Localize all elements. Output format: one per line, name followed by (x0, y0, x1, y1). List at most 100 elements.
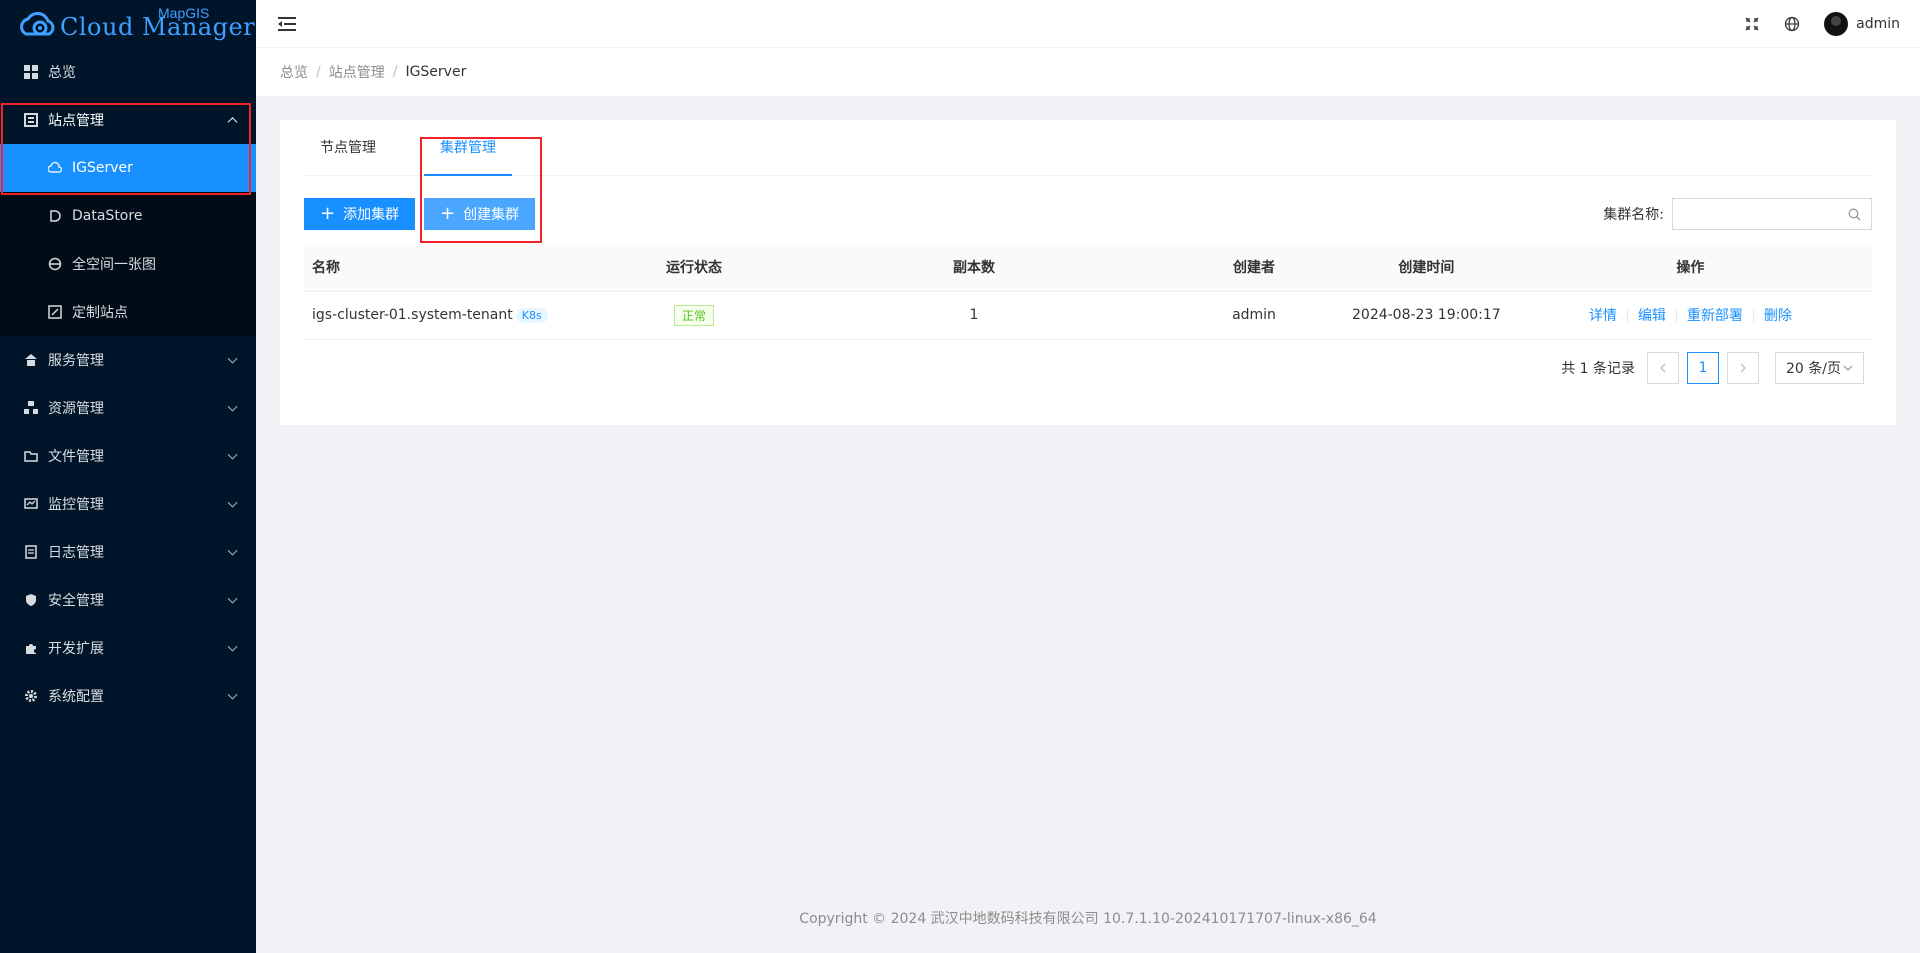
search-input[interactable] (1673, 199, 1843, 229)
breadcrumb: 总览 / 站点管理 / IGServer (256, 48, 1920, 96)
sidebar-item-site-management[interactable]: 站点管理 (0, 96, 256, 144)
column-header: 操作 (1508, 244, 1872, 292)
sidebar-item-igserver[interactable]: IGServer (0, 144, 256, 192)
chevron-down-icon (227, 641, 238, 652)
cell-name: igs-cluster-01.system-tenant K8s (304, 291, 604, 340)
sidebar-item-label: 系统配置 (48, 689, 104, 705)
plugin-icon (24, 641, 38, 655)
search-label: 集群名称: (1603, 207, 1664, 223)
table-header-row: 名称 运行状态 副本数 创建者 创建时间 操作 (304, 244, 1872, 292)
breadcrumb-item-current: IGServer (405, 64, 467, 80)
cell-creator: admin (1164, 291, 1344, 340)
breadcrumb-item-site-management[interactable]: 站点管理 (329, 62, 385, 82)
divider (1752, 309, 1754, 323)
sidebar-item-label: 安全管理 (48, 593, 104, 609)
site-icon (24, 113, 38, 127)
sidebar-item-label: 资源管理 (48, 401, 104, 417)
prev-page-button[interactable] (1647, 352, 1680, 384)
sidebar-item-service-management[interactable]: 服务管理 (0, 336, 256, 384)
tab-node-management[interactable]: 节点管理 (320, 120, 376, 176)
search-icon[interactable] (1848, 208, 1861, 225)
user-name[interactable]: admin (1856, 16, 1900, 32)
column-header: 创建时间 (1344, 244, 1509, 292)
plus-icon: + (320, 203, 336, 224)
chevron-down-icon (227, 401, 238, 412)
logo-brand: MapGIS (158, 5, 210, 21)
edit-link[interactable]: 编辑 (1638, 308, 1666, 324)
sidebar-item-label: 监控管理 (48, 497, 104, 513)
sidebar-item-label: IGServer (72, 160, 133, 176)
pagination-total: 共 1 条记录 (1561, 361, 1636, 377)
redeploy-link[interactable]: 重新部署 (1687, 308, 1743, 324)
sidebar-item-monitor-management[interactable]: 监控管理 (0, 480, 256, 528)
shield-icon (24, 593, 38, 607)
k8s-tag: K8s (515, 308, 548, 323)
column-header: 运行状态 (604, 244, 784, 292)
sidebar-item-label: 开发扩展 (48, 641, 104, 657)
chevron-up-icon (227, 117, 238, 128)
sidebar-item-security-management[interactable]: 安全管理 (0, 576, 256, 624)
add-cluster-button[interactable]: + 添加集群 (304, 198, 416, 230)
cloud-icon (48, 161, 62, 175)
create-cluster-button[interactable]: + 创建集群 (424, 198, 536, 230)
breadcrumb-item-overview[interactable]: 总览 (280, 62, 308, 82)
next-page-button[interactable] (1727, 352, 1760, 384)
sidebar-item-resource-management[interactable]: 资源管理 (0, 384, 256, 432)
sidebar-item-onemap[interactable]: 全空间一张图 (0, 240, 256, 288)
add-cluster-label: 添加集群 (343, 207, 400, 223)
custom-site-icon (48, 305, 62, 319)
sidebar-item-dev-extension[interactable]: 开发扩展 (0, 624, 256, 672)
resource-icon (24, 401, 38, 415)
datastore-icon (48, 209, 62, 223)
monitor-icon (24, 497, 38, 511)
tab-cluster-management[interactable]: 集群管理 (440, 120, 496, 176)
cluster-name: igs-cluster-01.system-tenant (312, 307, 513, 323)
avatar[interactable] (1824, 12, 1849, 36)
delete-link[interactable]: 删除 (1764, 308, 1792, 324)
chevron-down-icon (1843, 365, 1853, 371)
column-header: 创建者 (1164, 244, 1344, 292)
log-icon (24, 545, 38, 559)
fullscreen-icon[interactable] (1744, 16, 1760, 32)
sidebar-item-file-management[interactable]: 文件管理 (0, 432, 256, 480)
sidebar-item-datastore[interactable]: DataStore (0, 192, 256, 240)
menu-fold-icon[interactable] (278, 16, 296, 31)
footer-copyright: Copyright © 2024 武汉中地数码科技有限公司 10.7.1.10-… (799, 911, 1377, 927)
cluster-table: 名称 运行状态 副本数 创建者 创建时间 操作 igs-cluster-01.s… (304, 244, 1872, 340)
page-number-button[interactable]: 1 (1687, 352, 1720, 384)
column-header: 名称 (304, 244, 604, 292)
cell-replicas: 1 (784, 291, 1164, 340)
sidebar-item-system-config[interactable]: 系统配置 (0, 672, 256, 720)
page-size-value: 20 条/页 (1786, 361, 1841, 377)
sidebar-item-label: 服务管理 (48, 353, 104, 369)
cloud-gear-logo-icon (20, 12, 55, 36)
app-logo[interactable]: Cloud Manager MapGIS (0, 0, 256, 48)
cell-actions: 详情 编辑 重新部署 删除 (1508, 291, 1872, 340)
breadcrumb-separator: / (316, 64, 321, 80)
service-icon (24, 353, 38, 367)
content-card: 节点管理 集群管理 + 添加集群 + 创建集群 集群名称: 名称 运行状态 副本… (280, 120, 1896, 425)
cell-status: 正常 (604, 291, 784, 340)
table-row: igs-cluster-01.system-tenant K8s 正常 1 adm… (304, 291, 1872, 340)
language-globe-icon[interactable] (1784, 16, 1800, 32)
sidebar-item-label: 站点管理 (48, 113, 104, 129)
sidebar-item-custom-site[interactable]: 定制站点 (0, 288, 256, 336)
breadcrumb-separator: / (392, 64, 398, 80)
folder-icon (24, 449, 38, 463)
top-header: admin (256, 0, 1920, 48)
cluster-name-search[interactable] (1672, 198, 1872, 230)
sidebar-item-overview[interactable]: 总览 (0, 48, 256, 96)
cell-created-time: 2024-08-23 19:00:17 (1344, 291, 1509, 340)
sidebar-item-label: DataStore (72, 208, 143, 224)
tab-bar: 节点管理 集群管理 (304, 120, 1872, 176)
sidebar-item-label: 文件管理 (48, 449, 104, 465)
status-badge: 正常 (673, 304, 714, 326)
page-size-select[interactable]: 20 条/页 (1775, 352, 1864, 384)
chevron-down-icon (227, 545, 238, 556)
chevron-left-icon (1660, 363, 1666, 373)
globe-icon (48, 257, 62, 271)
sidebar-item-label: 全空间一张图 (72, 257, 156, 273)
sidebar-item-label: 日志管理 (48, 545, 104, 561)
sidebar-item-log-management[interactable]: 日志管理 (0, 528, 256, 576)
detail-link[interactable]: 详情 (1589, 308, 1617, 324)
